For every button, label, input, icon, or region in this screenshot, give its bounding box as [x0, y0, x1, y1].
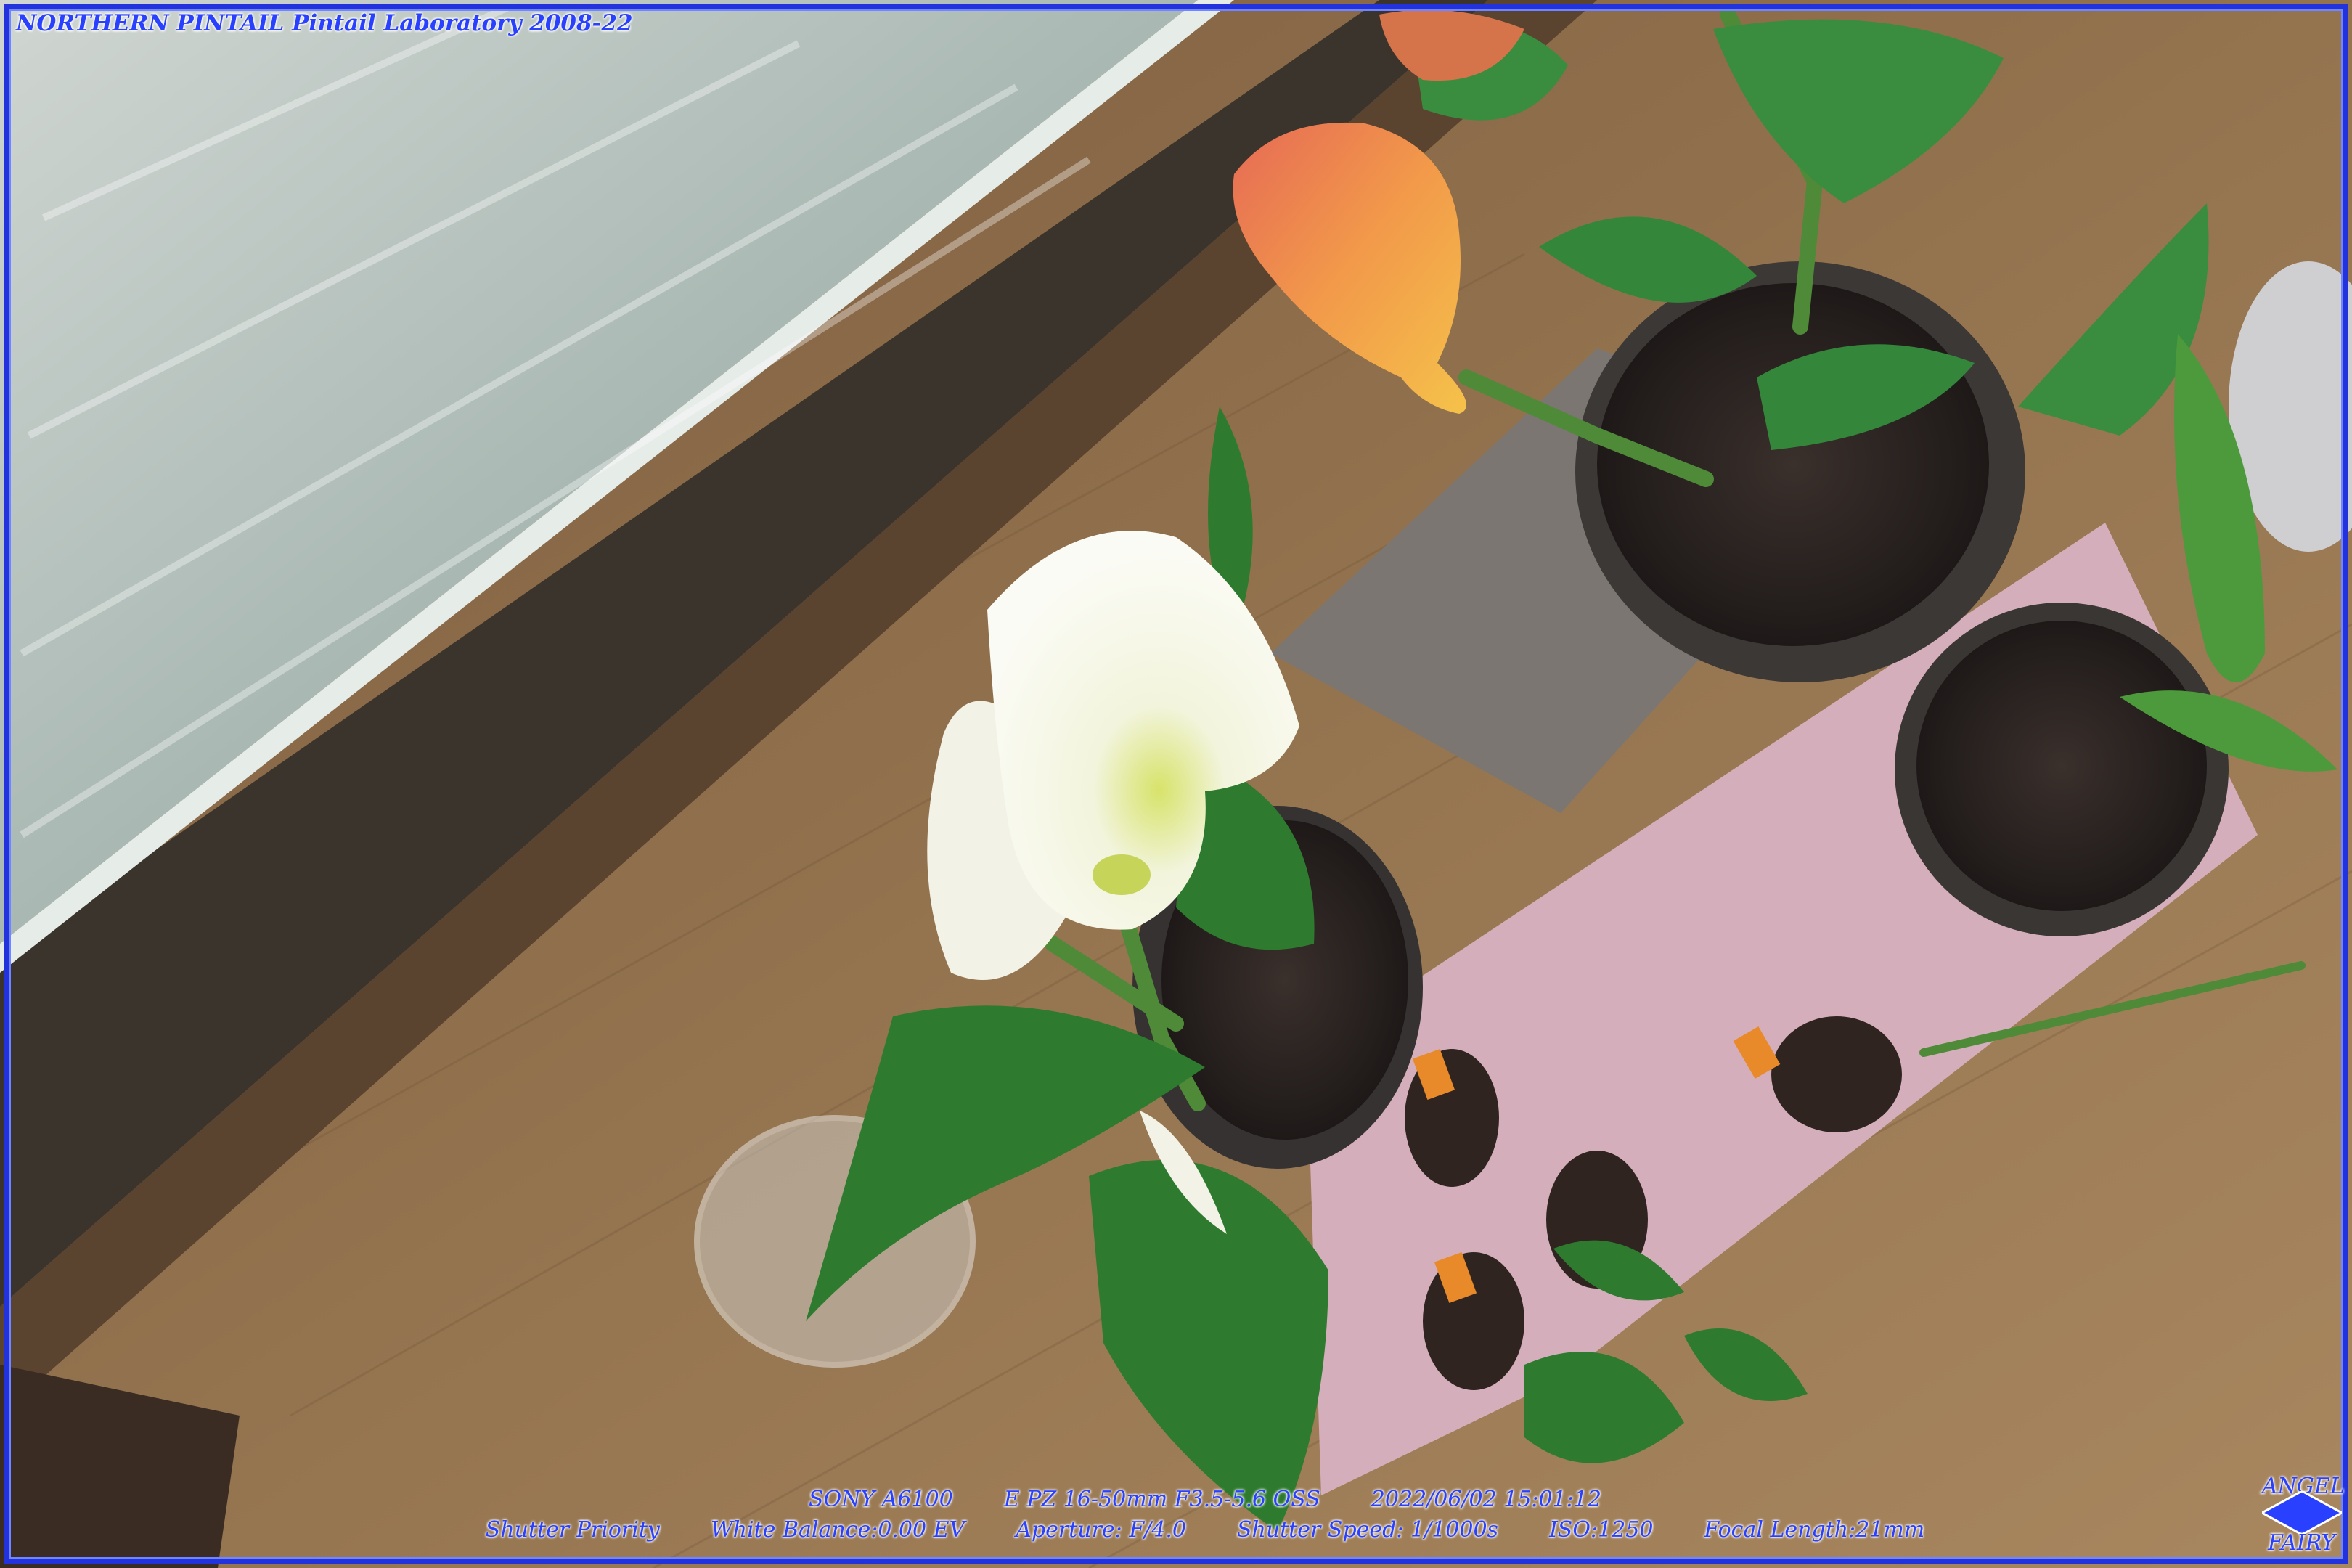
header-lab: Pintail Laboratory 2008-22 [292, 10, 633, 36]
exif-datetime: 2022/06/02 15:01:12 [1371, 1487, 1601, 1512]
logo-text-bottom: FAIRY [2268, 1530, 2336, 1556]
exif-mode: Shutter Priority [485, 1517, 660, 1543]
exif-lens: E PZ 16-50mm F3.5-5.6 OSS [1003, 1487, 1320, 1512]
exif-aperture: Aperture: F/4.0 [1016, 1517, 1186, 1543]
exif-white-balance: White Balance:0.00 EV [710, 1517, 965, 1543]
exif-row-settings: Shutter Priority White Balance:0.00 EV A… [486, 1517, 1924, 1543]
header-brand: NORTHERN PINTAIL [16, 10, 285, 36]
exif-camera: SONY A6100 [809, 1487, 953, 1512]
photo-scene [0, 0, 2352, 1568]
photo-frame: NORTHERN PINTAIL Pintail Laboratory 2008… [0, 0, 2352, 1568]
pot-right-soil [1916, 621, 2207, 911]
logo-emblem-icon [2262, 1491, 2342, 1535]
exif-focal-length: Focal Length:21mm [1704, 1517, 1925, 1543]
header-credit: NORTHERN PINTAIL Pintail Laboratory 2008… [16, 10, 633, 36]
exif-row-camera: SONY A6100 E PZ 16-50mm F3.5-5.6 OSS 202… [508, 1487, 1902, 1512]
exif-iso: ISO:1250 [1548, 1517, 1654, 1543]
exif-shutter-speed: Shutter Speed: 1/1000s [1236, 1517, 1498, 1543]
